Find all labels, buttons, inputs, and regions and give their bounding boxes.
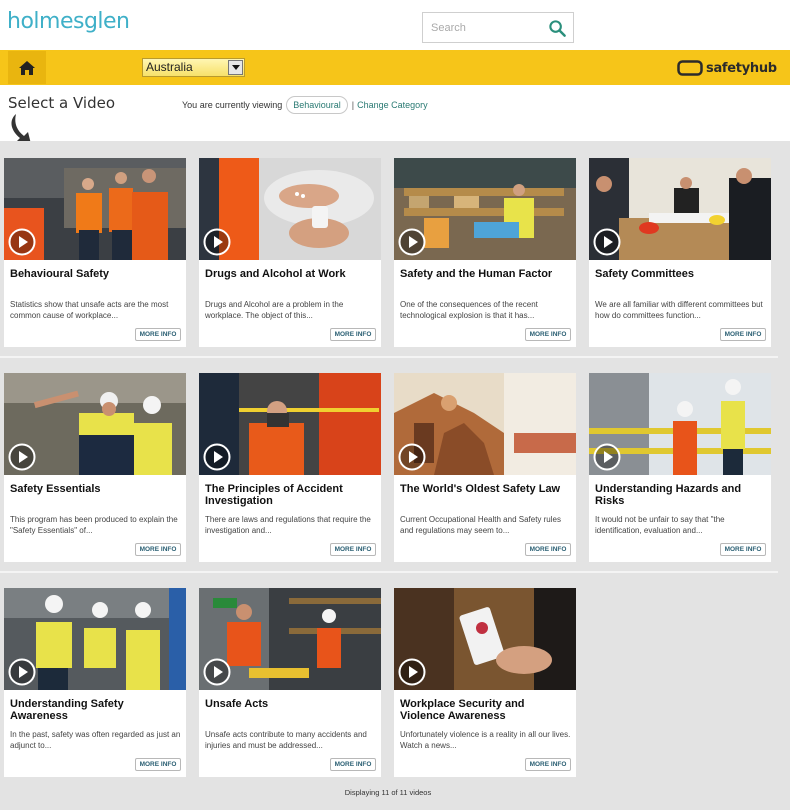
viewing-prefix: You are currently viewing	[182, 100, 283, 110]
more-info-button[interactable]: MORE INFO	[330, 328, 376, 341]
country-selected-value: Australia	[146, 60, 193, 74]
video-thumbnail[interactable]	[199, 588, 381, 690]
results-count: Displaying 11 of 11 videos	[344, 788, 432, 797]
play-icon[interactable]	[398, 228, 426, 256]
video-title[interactable]: Drugs and Alcohol at Work	[205, 268, 377, 280]
home-icon	[19, 60, 35, 75]
video-description: Unsafe acts contribute to many accidents…	[205, 730, 367, 750]
play-icon[interactable]	[203, 443, 231, 471]
more-info-button[interactable]: MORE INFO	[525, 543, 571, 556]
top-header: holmesglen	[0, 0, 790, 50]
play-icon[interactable]	[203, 658, 231, 686]
video-thumbnail[interactable]	[589, 373, 771, 475]
safetyhub-logo-icon	[677, 60, 703, 76]
country-select[interactable]: Australia	[142, 58, 245, 77]
more-info-button[interactable]: MORE INFO	[720, 328, 766, 341]
more-info-button[interactable]: MORE INFO	[720, 543, 766, 556]
holmesglen-logo[interactable]: holmesglen	[7, 9, 130, 34]
dropdown-arrow-icon[interactable]	[228, 60, 243, 75]
video-title[interactable]: The Principles of Accident Investigation	[205, 483, 377, 507]
play-icon[interactable]	[8, 228, 36, 256]
safetyhub-brand-text: safetyhub	[706, 60, 777, 76]
video-title[interactable]: Unsafe Acts	[205, 698, 377, 710]
more-info-button[interactable]: MORE INFO	[135, 543, 181, 556]
video-thumbnail[interactable]	[394, 588, 576, 690]
video-title[interactable]: Safety Essentials	[10, 483, 182, 495]
video-description: In the past, safety was often regarded a…	[10, 730, 181, 750]
safetyhub-logo[interactable]: safetyhub	[677, 58, 777, 78]
video-thumbnail[interactable]	[199, 158, 381, 260]
video-thumbnail[interactable]	[394, 158, 576, 260]
video-thumbnail[interactable]	[4, 588, 186, 690]
video-description: This program has been produced to explai…	[10, 515, 178, 535]
video-title[interactable]: Understanding Safety Awareness	[10, 698, 182, 722]
play-icon[interactable]	[203, 228, 231, 256]
video-description: We are all familiar with different commi…	[595, 300, 763, 320]
video-thumbnail[interactable]	[4, 158, 186, 260]
video-description: One of the consequences of the recent te…	[400, 300, 538, 320]
video-thumbnail[interactable]	[589, 158, 771, 260]
row-divider	[0, 571, 778, 573]
video-description: Unfortunately violence is a reality in a…	[400, 730, 571, 750]
video-title[interactable]: Understanding Hazards and Risks	[595, 483, 767, 507]
video-title[interactable]: Behavioural Safety	[10, 268, 182, 280]
more-info-button[interactable]: MORE INFO	[330, 543, 376, 556]
current-category-badge[interactable]: Behavioural	[286, 96, 348, 114]
video-card-workplace-security[interactable]: Workplace Security and Violence Awarenes…	[394, 588, 576, 777]
play-icon[interactable]	[593, 443, 621, 471]
video-title[interactable]: The World's Oldest Safety Law	[400, 483, 572, 495]
more-info-button[interactable]: MORE INFO	[330, 758, 376, 771]
page-title: Select a Video	[8, 94, 116, 112]
navigation-bar: Australia safetyhub	[0, 50, 790, 85]
video-description: It would not be unfair to say that "the …	[595, 515, 725, 535]
video-thumbnail[interactable]	[394, 373, 576, 475]
video-title[interactable]: Safety Committees	[595, 268, 767, 280]
video-description: Statistics show that unsafe acts are the…	[10, 300, 169, 320]
play-icon[interactable]	[8, 658, 36, 686]
more-info-button[interactable]: MORE INFO	[525, 758, 571, 771]
video-card-safety-essentials[interactable]: Safety Essentials This program has been …	[4, 373, 186, 562]
video-description: There are laws and regulations that requ…	[205, 515, 371, 535]
more-info-button[interactable]: MORE INFO	[135, 328, 181, 341]
row-divider	[0, 356, 778, 358]
video-title[interactable]: Workplace Security and Violence Awarenes…	[400, 698, 572, 722]
home-button[interactable]	[8, 51, 46, 84]
video-card-safety-committees[interactable]: Safety Committees We are all familiar wi…	[589, 158, 771, 347]
more-info-button[interactable]: MORE INFO	[135, 758, 181, 771]
search-box	[422, 12, 574, 43]
video-card-unsafe-acts[interactable]: Unsafe Acts Unsafe acts contribute to ma…	[199, 588, 381, 777]
play-icon[interactable]	[398, 443, 426, 471]
video-thumbnail[interactable]	[199, 373, 381, 475]
video-card-behavioural-safety[interactable]: Behavioural Safety Statistics show that …	[4, 158, 186, 347]
play-icon[interactable]	[593, 228, 621, 256]
video-description: Current Occupational Health and Safety r…	[400, 515, 561, 535]
category-viewing-info: You are currently viewing Behavioural | …	[182, 96, 428, 114]
more-info-button[interactable]: MORE INFO	[525, 328, 571, 341]
video-card-human-factor[interactable]: Safety and the Human Factor One of the c…	[394, 158, 576, 347]
video-card-hazards-and-risks[interactable]: Understanding Hazards and Risks It would…	[589, 373, 771, 562]
search-icon[interactable]	[548, 19, 567, 38]
video-description: Drugs and Alcohol are a problem in the w…	[205, 300, 344, 320]
play-icon[interactable]	[8, 443, 36, 471]
video-card-oldest-safety-law[interactable]: The World's Oldest Safety Law Current Oc…	[394, 373, 576, 562]
video-card-safety-awareness[interactable]: Understanding Safety Awareness In the pa…	[4, 588, 186, 777]
separator: |	[351, 100, 355, 110]
search-input[interactable]	[431, 19, 541, 37]
video-card-accident-investigation[interactable]: The Principles of Accident Investigation…	[199, 373, 381, 562]
video-title[interactable]: Safety and the Human Factor	[400, 268, 572, 280]
video-thumbnail[interactable]	[4, 373, 186, 475]
change-category-link[interactable]: Change Category	[357, 100, 428, 110]
video-card-drugs-and-alcohol[interactable]: Drugs and Alcohol at Work Drugs and Alco…	[199, 158, 381, 347]
play-icon[interactable]	[398, 658, 426, 686]
video-grid: Behavioural Safety Statistics show that …	[0, 141, 790, 810]
